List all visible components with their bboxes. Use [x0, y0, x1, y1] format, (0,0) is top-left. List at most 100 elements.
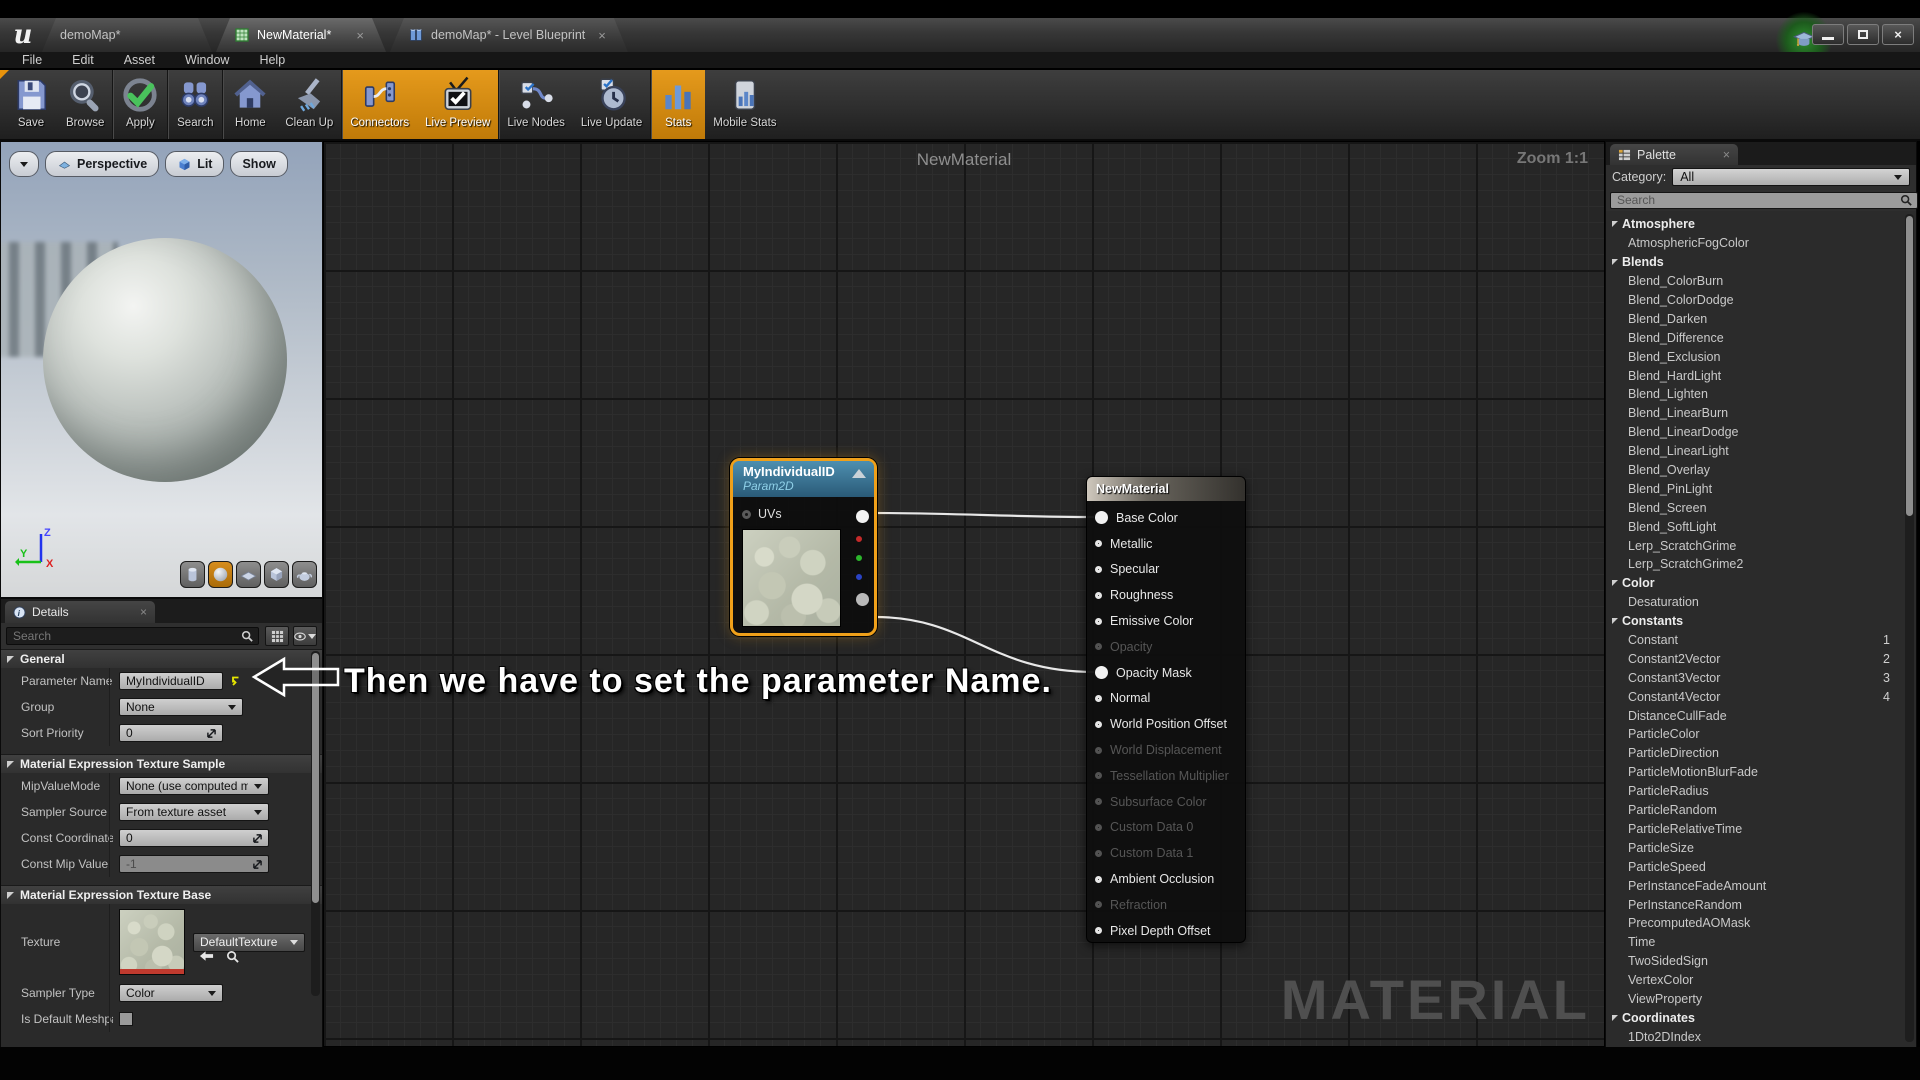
tab-close-icon[interactable]: ×: [350, 28, 364, 43]
palette-entry[interactable]: Blend_Exclusion: [1606, 347, 1916, 366]
input-pin[interactable]: [1095, 721, 1102, 728]
material-graph-canvas[interactable]: NewMaterial Zoom 1:1 MATERIAL MyIndividu…: [323, 141, 1605, 1047]
palette-entry[interactable]: DistanceCullFade: [1606, 706, 1916, 725]
sort-priority-input[interactable]: 0: [119, 724, 223, 742]
material-input-pin-row[interactable]: Subsurface Color: [1095, 789, 1245, 815]
material-input-pin-row[interactable]: World Displacement: [1095, 737, 1245, 763]
palette-entry[interactable]: Constants: [1606, 612, 1916, 631]
palette-entry[interactable]: PrecomputedAOMask: [1606, 914, 1916, 933]
input-pin[interactable]: [1095, 566, 1102, 573]
input-pin[interactable]: [1095, 747, 1102, 754]
asset-tab[interactable]: demoMap* - Level Blueprint ×: [390, 18, 628, 52]
viewport-options-button[interactable]: [9, 151, 39, 177]
palette-entry[interactable]: Blend_Difference: [1606, 328, 1916, 347]
details-search-input[interactable]: [6, 627, 259, 645]
input-pin[interactable]: [1095, 824, 1102, 831]
palette-entry[interactable]: ParticleSpeed: [1606, 857, 1916, 876]
toolbar-button[interactable]: Clean Up: [277, 70, 341, 139]
preview-shape-button[interactable]: [208, 561, 233, 588]
palette-entry[interactable]: Constant4Vector 4: [1606, 687, 1916, 706]
palette-entry[interactable]: PerInstanceFadeAmount: [1606, 876, 1916, 895]
property-control[interactable]: 0: [119, 829, 269, 847]
display-filter-button[interactable]: [293, 626, 317, 646]
material-input-pin-row[interactable]: Tessellation Multiplier: [1095, 763, 1245, 789]
output-pin[interactable]: [856, 510, 869, 523]
is-default-meshpaint-checkbox[interactable]: [119, 1012, 133, 1026]
palette-entry[interactable]: Blend_LinearLight: [1606, 442, 1916, 461]
material-input-pin-row[interactable]: Ambient Occlusion: [1095, 866, 1245, 892]
details-scrollbar[interactable]: [311, 651, 320, 996]
palette-entry[interactable]: Blend_LinearBurn: [1606, 404, 1916, 423]
preview-shape-button[interactable]: [180, 561, 205, 588]
palette-entry[interactable]: AtmosphericFogColor: [1606, 234, 1916, 253]
material-input-pin-row[interactable]: Refraction: [1095, 892, 1245, 918]
close-button[interactable]: ×: [1882, 24, 1914, 45]
palette-entry[interactable]: Color: [1606, 574, 1916, 593]
node-header[interactable]: NewMaterial: [1087, 477, 1245, 501]
palette-entry[interactable]: ParticleDirection: [1606, 744, 1916, 763]
preview-shape-button[interactable]: [292, 561, 317, 588]
output-pin[interactable]: [856, 555, 862, 561]
palette-entry[interactable]: PerInstanceRandom: [1606, 895, 1916, 914]
property-control[interactable]: None (use computed mip lev: [119, 777, 269, 795]
category-dropdown[interactable]: All: [1672, 168, 1910, 186]
palette-search-input[interactable]: [1610, 192, 1918, 209]
input-pin[interactable]: [1095, 695, 1102, 702]
palette-entry[interactable]: ParticleSize: [1606, 838, 1916, 857]
material-input-pin-row[interactable]: Roughness: [1095, 582, 1245, 608]
toolbar-button[interactable]: Connectors: [341, 70, 417, 139]
palette-entry[interactable]: Lerp_ScratchGrime: [1606, 536, 1916, 555]
input-pin[interactable]: [1095, 592, 1102, 599]
palette-entry[interactable]: Blend_LinearDodge: [1606, 423, 1916, 442]
toolbar-button[interactable]: Save: [4, 70, 58, 139]
collapse-node-icon[interactable]: [852, 469, 866, 478]
input-pin[interactable]: [1095, 666, 1108, 679]
texture-asset-dropdown[interactable]: DefaultTexture: [193, 933, 305, 952]
use-selected-asset-icon[interactable]: [199, 950, 214, 962]
palette-entry[interactable]: Blends: [1606, 253, 1916, 272]
toolbar-button[interactable]: Browse: [58, 70, 112, 139]
toolbar-button[interactable]: Live Nodes: [498, 70, 573, 139]
property-matrix-button[interactable]: [265, 626, 289, 646]
palette-entry[interactable]: ParticleMotionBlurFade: [1606, 763, 1916, 782]
material-input-pin-row[interactable]: Metallic: [1095, 531, 1245, 557]
palette-entry[interactable]: Coordinates: [1606, 1008, 1916, 1027]
menu-item[interactable]: Help: [245, 53, 299, 67]
toolbar-button[interactable]: Apply: [112, 70, 167, 139]
palette-entry[interactable]: Blend_HardLight: [1606, 366, 1916, 385]
palette-entry[interactable]: ParticleColor: [1606, 725, 1916, 744]
palette-entry[interactable]: Constant2Vector 2: [1606, 649, 1916, 668]
palette-close-icon[interactable]: ×: [1723, 148, 1730, 162]
input-pin[interactable]: [1095, 927, 1102, 934]
palette-entry[interactable]: Blend_Overlay: [1606, 461, 1916, 480]
input-pin[interactable]: [1095, 901, 1102, 908]
toolbar-button[interactable]: Home: [222, 70, 277, 139]
details-close-icon[interactable]: ×: [140, 605, 147, 619]
output-pin[interactable]: [856, 574, 862, 580]
material-input-pin-row[interactable]: Opacity Mask: [1095, 660, 1245, 686]
output-pin[interactable]: [856, 536, 862, 542]
palette-entry[interactable]: Time: [1606, 933, 1916, 952]
material-input-pin-row[interactable]: Custom Data 0: [1095, 815, 1245, 841]
material-input-pin-row[interactable]: Custom Data 1: [1095, 840, 1245, 866]
output-pin[interactable]: [856, 593, 869, 606]
asset-tab[interactable]: NewMaterial* ×: [216, 18, 386, 52]
palette-entry[interactable]: ParticleRadius: [1606, 782, 1916, 801]
reset-to-default-icon[interactable]: [229, 675, 241, 687]
preview-shape-button[interactable]: [236, 561, 261, 588]
palette-entry[interactable]: VertexColor: [1606, 971, 1916, 990]
sampler-type-dropdown[interactable]: Color: [119, 984, 223, 1002]
toolbar-button[interactable]: Stats: [650, 70, 705, 139]
input-pin[interactable]: [1095, 618, 1102, 625]
toolbar-button[interactable]: Mobile Stats: [705, 70, 784, 139]
palette-entry[interactable]: Desaturation: [1606, 593, 1916, 612]
tab-close-icon[interactable]: ×: [592, 28, 606, 43]
input-pin[interactable]: [1095, 540, 1102, 547]
palette-entry[interactable]: 1Dto2DIndex: [1606, 1027, 1916, 1046]
section-texture-sample[interactable]: Material Expression Texture Sample: [1, 754, 322, 773]
details-tab[interactable]: i Details ×: [5, 601, 155, 623]
palette-entry[interactable]: Atmosphere: [1606, 215, 1916, 234]
menu-item[interactable]: File: [8, 53, 56, 67]
input-pin[interactable]: [1095, 772, 1102, 779]
palette-entry[interactable]: TwoSidedSign: [1606, 952, 1916, 971]
